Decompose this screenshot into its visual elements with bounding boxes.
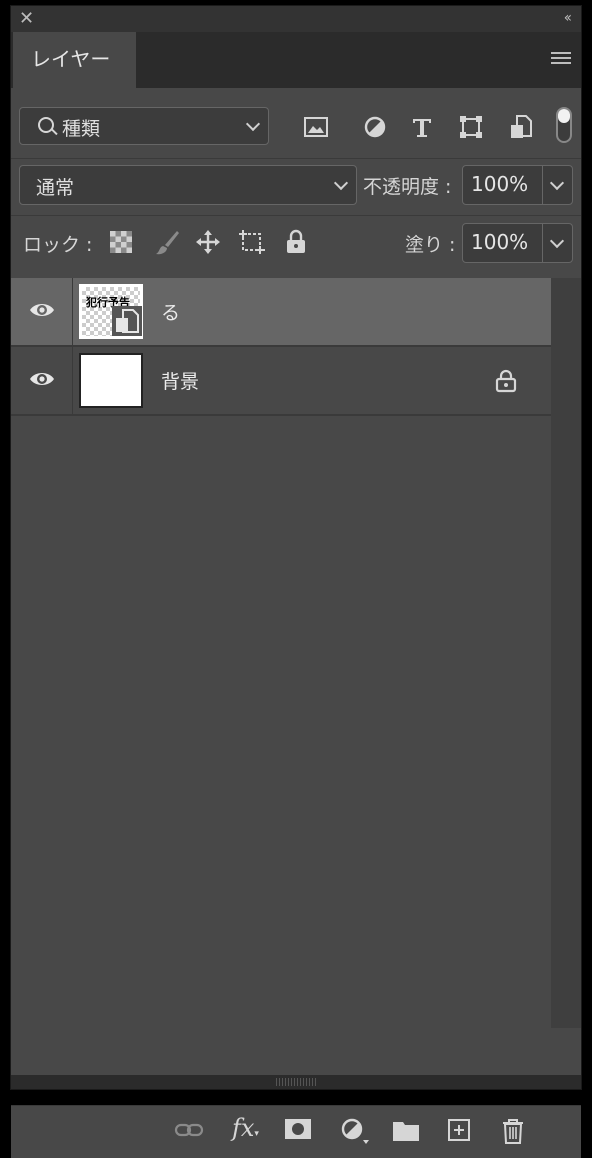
layer-lock-icon: [495, 369, 517, 393]
opacity-label: 不透明度 :: [363, 176, 452, 198]
blend-mode-select[interactable]: 通常: [19, 165, 357, 205]
divider: [11, 215, 581, 216]
chevron-down-icon: [333, 175, 349, 191]
search-icon: [38, 117, 54, 133]
opacity-dropdown-icon[interactable]: [549, 175, 565, 191]
image-filter-icon[interactable]: [303, 114, 329, 140]
layer-style-fx-icon[interactable]: fx▾: [232, 1114, 259, 1142]
visibility-eye-icon[interactable]: [29, 301, 55, 319]
layers-panel: ✕ ‹‹ レイヤー 種類 通常 不透明度: 100% ロック: 塗り: 1…: [10, 5, 582, 1158]
smart-object-filter-icon[interactable]: [508, 114, 534, 140]
fill-field[interactable]: 100%: [462, 223, 573, 263]
filter-row: 種類: [19, 107, 572, 147]
close-icon[interactable]: ✕: [19, 8, 34, 29]
new-group-folder-icon[interactable]: [392, 1118, 420, 1142]
fill-label: 塗り :: [405, 234, 456, 256]
visibility-eye-icon[interactable]: [29, 370, 55, 388]
layer-name: る: [161, 302, 181, 324]
collapse-icon[interactable]: ‹‹: [564, 10, 572, 26]
panel-content: 種類 通常 不透明度: 100% ロック: 塗り: 100% 犯行予告 る…: [11, 88, 581, 1158]
lock-position-move-icon[interactable]: [195, 229, 221, 255]
new-layer-icon[interactable]: [447, 1118, 471, 1142]
new-adjustment-layer-icon[interactable]: [341, 1118, 377, 1146]
filter-kind-label: 種類: [62, 118, 101, 140]
lock-all-icon[interactable]: [285, 229, 307, 255]
smart-object-badge-icon: [112, 306, 142, 336]
panel-menu-icon[interactable]: [551, 52, 571, 66]
blend-mode-label: 通常: [36, 177, 75, 199]
layer-thumbnail: [79, 353, 143, 408]
lock-label: ロック :: [23, 234, 93, 256]
scrollbar[interactable]: [551, 278, 581, 1028]
layer-row[interactable]: 犯行予告 る: [11, 278, 551, 347]
chevron-down-icon: [245, 116, 261, 132]
shape-filter-icon[interactable]: [458, 114, 484, 140]
divider: [11, 158, 581, 159]
fill-value: 100%: [471, 230, 529, 254]
tab-bar: レイヤー: [11, 32, 581, 88]
add-mask-icon[interactable]: [284, 1118, 312, 1140]
panel-footer: fx▾: [11, 1105, 581, 1158]
layer-name: 背景: [161, 371, 200, 393]
layer-row[interactable]: 背景: [11, 347, 551, 416]
link-layers-icon[interactable]: [174, 1120, 204, 1140]
fill-dropdown-icon[interactable]: [549, 233, 565, 249]
layers-list: 犯行予告 る 背景: [11, 278, 551, 1028]
tab-layers[interactable]: レイヤー: [13, 32, 136, 88]
resize-grip[interactable]: [11, 1075, 581, 1089]
adjustment-filter-icon[interactable]: [362, 114, 388, 140]
delete-layer-trash-icon[interactable]: [501, 1118, 525, 1144]
filter-toggle[interactable]: [556, 107, 572, 143]
type-filter-icon[interactable]: [409, 114, 435, 140]
opacity-value: 100%: [471, 172, 529, 196]
panel-titlebar: ✕ ‹‹: [11, 6, 581, 32]
filter-kind-select[interactable]: 種類: [19, 107, 269, 145]
lock-artboard-icon[interactable]: [238, 229, 266, 255]
opacity-field[interactable]: 100%: [462, 165, 573, 205]
lock-transparent-icon[interactable]: [109, 230, 133, 254]
layer-thumbnail: 犯行予告: [79, 284, 143, 339]
lock-pixels-brush-icon[interactable]: [153, 228, 181, 256]
